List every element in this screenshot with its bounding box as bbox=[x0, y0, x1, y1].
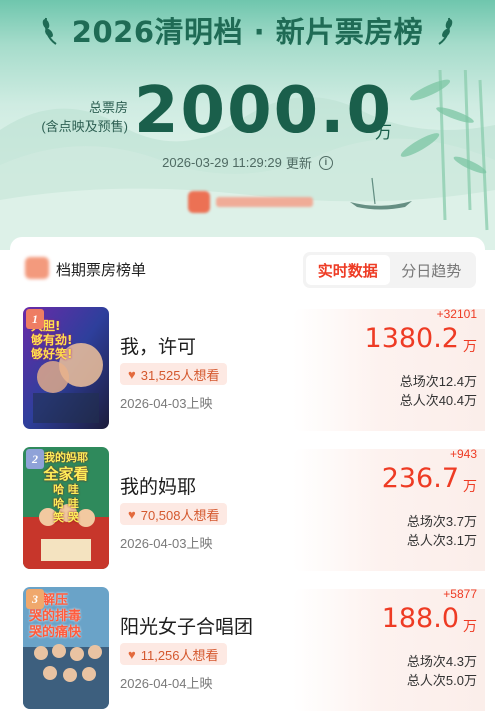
release-date: 2026-04-03上映 bbox=[120, 536, 213, 551]
total-label: 总票房 (含点映及预售) bbox=[41, 98, 128, 136]
box-office-delta: +5877 bbox=[443, 587, 477, 601]
total-unit: 万 bbox=[375, 123, 392, 142]
rank-badge: 1 bbox=[26, 309, 44, 329]
box-office-unit: 万 bbox=[463, 618, 477, 634]
page-title: 2026清明档 · 新片票房榜 bbox=[71, 15, 424, 49]
poster-text: 哈 哇 bbox=[53, 483, 79, 496]
release-date: 2026-04-04上映 bbox=[120, 676, 213, 691]
box-office-unit: 万 bbox=[463, 338, 477, 354]
want-to-see-badge: ♥ 70,508人想看 bbox=[120, 503, 228, 525]
box-office-delta: +32101 bbox=[436, 307, 477, 321]
update-time-row: 2026-03-29 11:29:29 更新 i bbox=[0, 153, 495, 172]
laurel-left-icon bbox=[42, 17, 57, 45]
movie-title[interactable]: 我的妈耶 bbox=[120, 472, 196, 499]
total-viewers: 总人次3.1万 bbox=[406, 533, 477, 548]
total-sessions: 总场次3.7万 bbox=[406, 514, 477, 529]
update-suffix: 更新 bbox=[285, 156, 312, 171]
box-office-value: 236.7 bbox=[381, 463, 459, 494]
movie-row[interactable]: 的解压 哭的排毒 哭的痛快 3 阳光女子合唱团 ♥ 11,256人想看 2026… bbox=[10, 579, 485, 717]
brand-logo bbox=[188, 190, 313, 214]
tab-daily-trend[interactable]: 分日趋势 bbox=[390, 255, 474, 285]
rank-badge: 3 bbox=[26, 589, 44, 609]
laurel-right-icon bbox=[438, 17, 453, 45]
poster-text: 笑 哭 bbox=[53, 511, 79, 524]
list-title: 档期票房榜单 bbox=[56, 262, 147, 279]
want-count: 31,525人想看 bbox=[140, 367, 220, 383]
poster-text: 够好笑! bbox=[31, 347, 73, 361]
release-date: 2026-04-03上映 bbox=[120, 396, 213, 411]
info-icon[interactable]: i bbox=[318, 155, 333, 170]
movie-title[interactable]: 我，许可 bbox=[120, 332, 196, 359]
card-header: 档期票房榜单 实时数据 分日趋势 bbox=[10, 237, 485, 297]
movie-title[interactable]: 阳光女子合唱团 bbox=[120, 612, 253, 639]
box-office-value: 188.0 bbox=[381, 603, 459, 634]
total-label-main: 总票房 bbox=[88, 100, 128, 115]
want-to-see-badge: ♥ 31,525人想看 bbox=[120, 363, 228, 385]
poster-text: 够有劲! bbox=[31, 333, 73, 347]
heart-icon: ♥ bbox=[128, 506, 136, 522]
want-count: 70,508人想看 bbox=[140, 507, 220, 523]
movie-row[interactable]: 我的妈耶 全家看 哈 哇 哈 哇 笑 哭 2 我的妈耶 ♥ 70,508人想看 … bbox=[10, 439, 485, 577]
heart-icon: ♥ bbox=[128, 366, 136, 382]
want-count: 11,256人想看 bbox=[140, 647, 219, 663]
total-sessions: 总场次4.3万 bbox=[406, 654, 477, 669]
want-to-see-badge: ♥ 11,256人想看 bbox=[120, 643, 227, 665]
update-time: 2026-03-29 11:29:29 bbox=[162, 155, 282, 170]
rank-badge: 2 bbox=[26, 449, 44, 469]
movie-row[interactable]: 大胆! 够有劲! 够好笑! 1 我，许可 ♥ 31,525人想看 2026-04… bbox=[10, 299, 485, 437]
poster-text: 哭的排毒 bbox=[29, 609, 82, 624]
poster-text: 哭的痛快 bbox=[29, 625, 82, 640]
box-office-value: 1380.2 bbox=[364, 323, 459, 354]
heart-icon: ♥ bbox=[128, 646, 136, 662]
list-logo-icon bbox=[25, 257, 49, 279]
total-viewers: 总人次5.0万 bbox=[406, 673, 477, 688]
total-label-note: (含点映及预售) bbox=[41, 119, 128, 134]
total-sessions: 总场次12.4万 bbox=[399, 374, 477, 389]
ranking-card: 档期票房榜单 实时数据 分日趋势 大胆! 够有劲! 够好笑! 1 我，许可 ♥ … bbox=[10, 237, 485, 720]
tab-realtime[interactable]: 实时数据 bbox=[306, 255, 390, 285]
box-office-delta: +943 bbox=[449, 447, 477, 461]
poster-text: 哈 哇 bbox=[53, 497, 79, 510]
header-banner: 2026清明档 · 新片票房榜 总票房 (含点映及预售) 2000.0 万 20… bbox=[0, 0, 495, 250]
total-box-office: 总票房 (含点映及预售) 2000.0 万 bbox=[0, 70, 495, 150]
tab-group: 实时数据 分日趋势 bbox=[303, 252, 476, 288]
total-viewers: 总人次40.4万 bbox=[399, 393, 477, 408]
total-value: 2000.0 bbox=[134, 74, 393, 148]
title-row: 2026清明档 · 新片票房榜 bbox=[0, 10, 495, 50]
box-office-unit: 万 bbox=[463, 478, 477, 494]
